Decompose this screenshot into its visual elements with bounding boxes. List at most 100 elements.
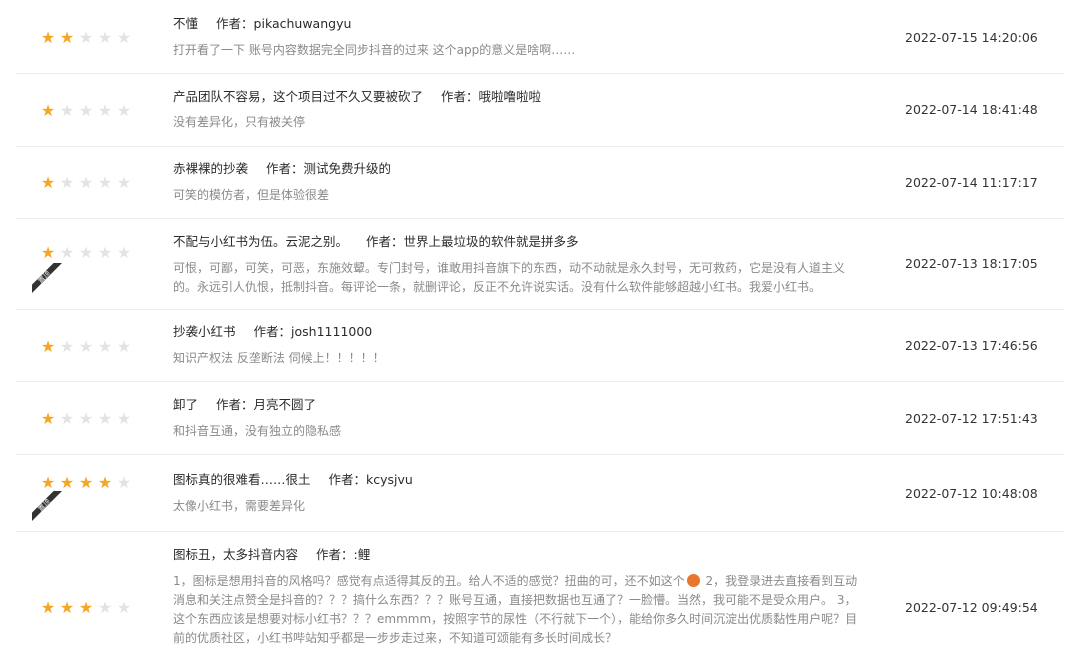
review-title: 图标真的很难看……很土 [173,472,311,487]
review-title: 产品团队不容易，这个项目过不久又要被砍了 [173,89,424,104]
author-label: 作者： [441,89,479,104]
author-name: 哦啦噜啦啦 [478,89,542,104]
star-empty-icon: ★ [78,337,94,356]
star-rating: ★ ★ ★ ★ ★ [40,411,132,427]
author-name: kcysjvu [366,472,413,487]
star-empty-icon: ★ [116,28,132,47]
star-filled-icon: ★ [59,28,75,47]
author-label: 作者： [328,472,367,487]
star-filled-icon: ★ [40,101,56,120]
author-label: 作者： [253,324,292,339]
review-time: 2022-07-13 18:17:05 [905,256,1038,271]
review-row: ★ ★ ★ ★ ★ 产品团队不容易，这个项目过不久又要被砍了 作者：哦啦噜啦啦 没有差异化… [16,74,1064,147]
review-time: 2022-07-15 14:20:06 [905,30,1038,45]
review-content: 没有差异化，只有被关停 [173,115,306,129]
star-empty-icon: ★ [59,101,75,120]
review-content: 和抖音互通，没有独立的隐私感 [173,424,342,438]
star-empty-icon: ★ [59,173,75,192]
review-title: 不懂 [173,16,199,31]
author-label: 作者： [366,234,404,249]
star-filled-icon: ★ [78,598,94,617]
author-name: 测试免费升级的 [303,161,392,176]
star-filled-icon: ★ [59,473,75,492]
star-empty-icon: ★ [116,101,132,120]
star-empty-icon: ★ [97,28,113,47]
pinned-badge: 置顶 [32,263,62,293]
star-empty-icon: ★ [59,337,75,356]
star-rating: ★ ★ ★ ★ ★ [40,600,132,616]
star-rating: ★ ★ ★ ★ ★ [40,30,132,46]
star-empty-icon: ★ [97,243,113,262]
author-name: :鲤 [353,547,371,562]
star-empty-icon: ★ [59,243,75,262]
star-empty-icon: ★ [78,28,94,47]
star-empty-icon: ★ [78,243,94,262]
star-filled-icon: ★ [59,598,75,617]
star-rating: ★ ★ ★ ★ ★ [40,103,132,119]
author-name: josh1111000 [291,324,373,339]
review-title: 抄袭小红书 [173,324,236,339]
review-content: 知识产权法 反垄断法 伺候上！！！！！ [173,351,385,365]
author-label: 作者： [316,547,354,562]
star-empty-icon: ★ [116,409,132,428]
review-row: ★ ★ ★ ★ ★ 不懂 作者：pikachuwangyu 打开看了一下 账号内容数据完全… [16,0,1064,74]
star-empty-icon: ★ [116,243,132,262]
star-empty-icon: ★ [78,409,94,428]
author-name: 月亮不圆了 [253,397,317,412]
review-content: 可恨，可鄙，可笑，可恶，东施效颦。专门封号，谁敢用抖音旗下的东西，动不动就是永久… [173,261,846,294]
review-row: ★ ★ ★ ★ ★ 赤裸裸的抄袭 作者：测试免费升级的 可笑的模仿者，但是体验很差 202… [16,147,1064,219]
review-row: ★ ★ ★ ★ ★ 卸了 作者：月亮不圆了 和抖音互通，没有独立的隐私感 2022-07-… [16,382,1064,455]
star-empty-icon: ★ [97,337,113,356]
review-content: 1，图标是想用抖音的风格吗？感觉有点适得其反的丑。给人不适的感觉？扭曲的可，还不… [173,574,858,645]
author-label: 作者： [216,397,254,412]
star-filled-icon: ★ [40,28,56,47]
star-filled-icon: ★ [40,473,56,492]
review-time: 2022-07-12 09:49:54 [905,600,1038,615]
star-empty-icon: ★ [116,337,132,356]
star-empty-icon: ★ [97,173,113,192]
review-time: 2022-07-14 11:17:17 [905,175,1038,190]
star-empty-icon: ★ [78,101,94,120]
review-content: 打开看了一下 账号内容数据完全同步抖音的过来 这个app的意义是啥啊…… [173,43,576,57]
star-filled-icon: ★ [40,173,56,192]
emoji-icon [686,574,700,587]
review-row: ★ ★ ★ ★ ★ 置顶 图标真的很难看……很土 作者：kcysjvu 太像小红书，需要差… [16,455,1064,532]
star-empty-icon: ★ [59,409,75,428]
review-time: 2022-07-13 17:46:56 [905,338,1038,353]
star-filled-icon: ★ [40,337,56,356]
star-empty-icon: ★ [116,473,132,492]
pinned-badge: 置顶 [32,491,62,521]
review-title: 卸了 [173,397,199,412]
star-rating: ★ ★ ★ ★ ★ [40,339,132,355]
review-time: 2022-07-12 10:48:08 [905,486,1038,501]
star-filled-icon: ★ [40,409,56,428]
author-label: 作者： [266,161,304,176]
star-rating: ★ ★ ★ ★ ★ [40,245,132,261]
review-list: ★ ★ ★ ★ ★ 不懂 作者：pikachuwangyu 打开看了一下 账号内容数据完全… [16,0,1064,650]
author-name: 世界上最垃圾的软件就是拼多多 [403,234,579,249]
review-row: ★ ★ ★ ★ ★ 置顶 不配与小红书为伍。云泥之别。 作者：世界上最垃圾的软件就是拼多多… [16,219,1064,310]
star-empty-icon: ★ [97,598,113,617]
review-content: 可笑的模仿者，但是体验很差 [173,188,330,202]
star-filled-icon: ★ [97,473,113,492]
review-title: 赤裸裸的抄袭 [173,161,249,176]
star-filled-icon: ★ [78,473,94,492]
review-title: 图标丑，太多抖音内容 [173,547,299,562]
review-time: 2022-07-14 18:41:48 [905,102,1038,117]
star-rating: ★ ★ ★ ★ ★ [40,175,132,191]
star-rating: ★ ★ ★ ★ ★ [40,475,132,491]
review-time: 2022-07-12 17:51:43 [905,411,1038,426]
star-filled-icon: ★ [40,598,56,617]
star-empty-icon: ★ [78,173,94,192]
star-filled-icon: ★ [40,243,56,262]
star-empty-icon: ★ [116,173,132,192]
review-row: ★ ★ ★ ★ ★ 抄袭小红书 作者：josh1111000 知识产权法 反垄断法 伺候上… [16,310,1064,382]
star-empty-icon: ★ [97,101,113,120]
author-name: pikachuwangyu [253,16,352,31]
review-content: 太像小红书，需要差异化 [173,499,306,513]
star-empty-icon: ★ [97,409,113,428]
author-label: 作者： [216,16,254,31]
review-row: ★ ★ ★ ★ ★ 图标丑，太多抖音内容 作者：:鲤 1，图标是想用抖音的风格吗？感觉有点… [16,532,1064,650]
review-title: 不配与小红书为伍。云泥之别。 [173,234,349,249]
star-empty-icon: ★ [116,598,132,617]
